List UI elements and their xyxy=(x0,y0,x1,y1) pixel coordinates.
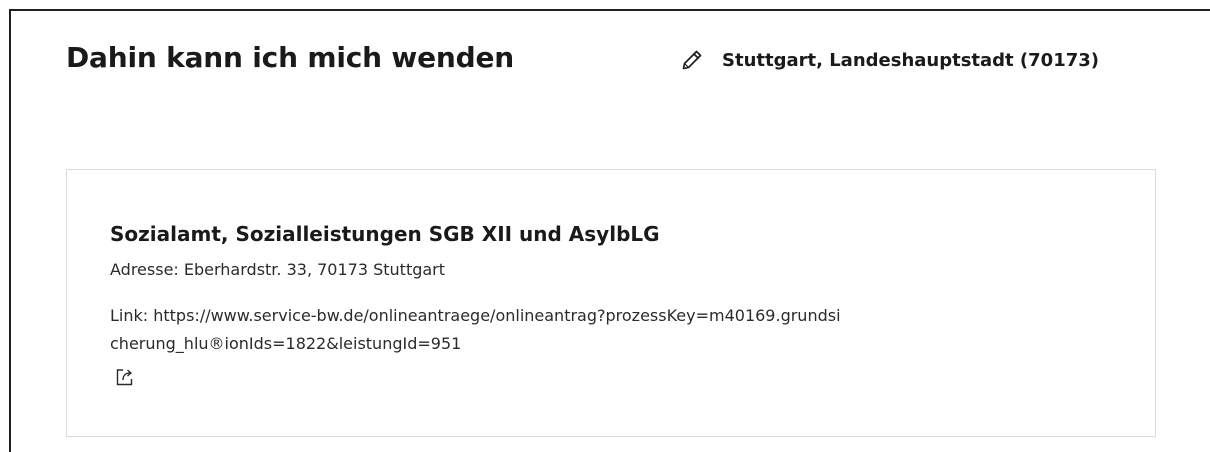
contact-link-text-line1[interactable]: Link: https://www.service-bw.de/onlinean… xyxy=(110,302,1120,330)
section-title: Dahin kann ich mich wenden xyxy=(66,41,514,74)
external-link-icon[interactable] xyxy=(114,366,136,388)
location-label: Stuttgart, Landeshauptstadt (70173) xyxy=(722,49,1100,71)
contact-card: Sozialamt, Sozialleistungen SGB XII und … xyxy=(66,169,1156,437)
contact-link-text-line2[interactable]: cherung_hlu®ionIds=1822&leistungId=951 xyxy=(110,330,1120,358)
location-selector[interactable]: Stuttgart, Landeshauptstadt (70173) xyxy=(681,44,1099,76)
contact-card-title: Sozialamt, Sozialleistungen SGB XII und … xyxy=(110,222,660,246)
contact-address: Adresse: Eberhardstr. 33, 70173 Stuttgar… xyxy=(110,260,446,279)
contact-link[interactable]: Link: https://www.service-bw.de/onlinean… xyxy=(110,302,1120,358)
pencil-icon[interactable] xyxy=(681,49,703,71)
